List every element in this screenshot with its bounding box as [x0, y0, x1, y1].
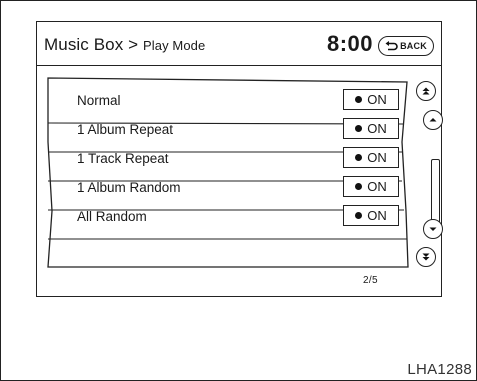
list-item-album-random-label[interactable]: 1 Album Random — [77, 180, 181, 195]
page-indicator: 2/5 — [363, 275, 378, 286]
double-chevron-down-icon — [422, 253, 430, 261]
scroll-down-button[interactable] — [423, 219, 443, 239]
toggle-on-album-repeat[interactable]: ON — [343, 118, 399, 139]
scroll-up-button[interactable] — [423, 110, 443, 130]
list-item-album-repeat-label[interactable]: 1 Album Repeat — [77, 122, 173, 137]
display-screen: Music Box > Play Mode 8:00 BACK Normal O… — [36, 21, 443, 297]
toggle-on-album-random[interactable]: ON — [343, 176, 399, 197]
toggle-state: ON — [367, 150, 387, 165]
figure-frame: Music Box > Play Mode 8:00 BACK Normal O… — [0, 0, 477, 381]
page-down-button[interactable] — [416, 247, 436, 267]
figure-caption: LHA1288 — [407, 361, 472, 378]
toggle-on-normal[interactable]: ON — [343, 89, 399, 110]
double-chevron-up-icon — [422, 87, 430, 95]
list-item-track-repeat-label[interactable]: 1 Track Repeat — [77, 151, 169, 166]
radio-dot-icon — [355, 96, 363, 103]
toggle-state: ON — [367, 179, 387, 194]
toggle-state: ON — [367, 121, 387, 136]
toggle-state: ON — [367, 92, 387, 107]
radio-dot-icon — [355, 154, 363, 161]
toggle-state: ON — [367, 208, 387, 223]
radio-dot-icon — [355, 125, 363, 132]
toggle-on-all-random[interactable]: ON — [343, 205, 399, 226]
chevron-down-icon — [429, 227, 437, 231]
list-item-normal-label[interactable]: Normal — [77, 93, 121, 108]
chevron-up-icon — [429, 118, 437, 122]
radio-dot-icon — [355, 183, 363, 190]
radio-dot-icon — [355, 212, 363, 219]
list-item-all-random-label[interactable]: All Random — [77, 209, 147, 224]
page-up-button[interactable] — [416, 81, 436, 101]
toggle-on-track-repeat[interactable]: ON — [343, 147, 399, 168]
